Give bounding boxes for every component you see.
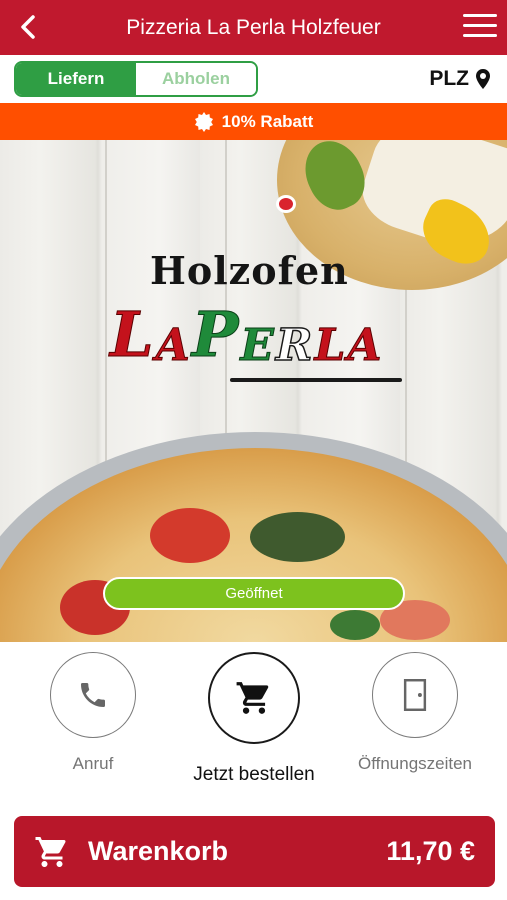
cart-total: 11,70 € <box>386 836 475 866</box>
back-button[interactable] <box>14 13 42 41</box>
order-now-circle[interactable] <box>208 652 300 744</box>
discount-text: 10% Rabatt <box>221 111 314 131</box>
order-now-label: Jetzt bestellen <box>193 764 315 785</box>
logo-letter: A <box>155 320 192 372</box>
logo-letter: R <box>275 319 315 372</box>
basil-topping <box>250 512 345 562</box>
call-label: Anruf <box>72 754 114 773</box>
call-circle[interactable] <box>50 652 136 738</box>
opening-hours-circle[interactable] <box>372 652 458 738</box>
discount-banner: 10% Rabatt <box>0 103 507 140</box>
logo-letter: L <box>110 298 156 372</box>
logo-underline <box>230 378 402 382</box>
tab-delivery[interactable]: Liefern <box>16 63 136 95</box>
location-pin-icon <box>476 69 490 89</box>
open-status-badge[interactable]: Geöffnet <box>103 577 405 610</box>
postal-code-button[interactable]: PLZ <box>429 65 491 93</box>
order-mode-row: Liefern Abholen PLZ <box>0 55 507 103</box>
cart-icon <box>236 682 269 714</box>
cart-icon <box>35 836 66 867</box>
logo-subtitle: Holzofen <box>150 248 349 293</box>
tab-pickup[interactable]: Abholen <box>136 63 256 95</box>
tomato-topping <box>150 508 230 563</box>
phone-icon <box>81 683 105 707</box>
basil-topping <box>330 610 380 640</box>
badge-icon <box>194 111 213 132</box>
logo-letter: A <box>347 320 384 372</box>
app-header: Pizzeria La Perla Holzfeuer <box>0 0 507 55</box>
restaurant-logo: L A P E R L A <box>110 298 384 372</box>
logo-letter: L <box>314 320 348 372</box>
opening-hours-button[interactable]: Öffnungszeiten <box>345 652 485 774</box>
call-button[interactable]: Anruf <box>23 652 163 774</box>
door-icon <box>403 679 427 711</box>
chili-image <box>276 195 296 213</box>
cart-label: Warenkorb <box>88 836 229 866</box>
menu-button[interactable] <box>463 14 497 40</box>
hero-image: Holzofen L A P E R L A Geöffnet <box>0 140 507 642</box>
cart-button[interactable]: Warenkorb 11,70 € <box>14 816 495 887</box>
postal-code-label: PLZ <box>429 67 469 90</box>
action-buttons: Anruf Jetzt bestellen Öffnungszeiten <box>0 642 507 802</box>
hamburger-icon-bar <box>463 14 497 17</box>
logo-letter: P <box>191 298 241 372</box>
order-now-button[interactable]: Jetzt bestellen <box>184 652 324 786</box>
hamburger-icon-bar <box>463 34 497 37</box>
opening-hours-label: Öffnungszeiten <box>357 754 473 773</box>
order-mode-toggle: Liefern Abholen <box>14 61 258 97</box>
page-title: Pizzeria La Perla Holzfeuer <box>126 16 381 39</box>
chevron-left-icon <box>21 15 35 39</box>
hamburger-icon-bar <box>463 24 497 27</box>
logo-letter: E <box>240 320 276 372</box>
